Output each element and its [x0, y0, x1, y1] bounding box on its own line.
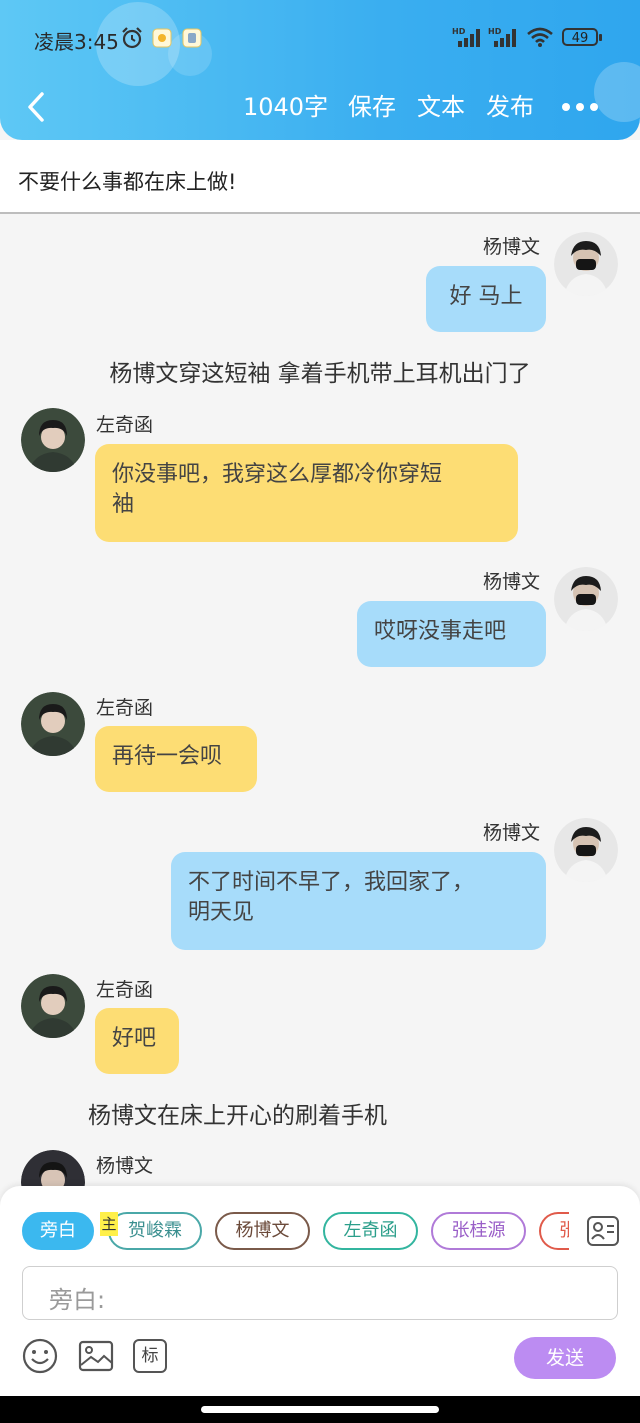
avatar[interactable]	[554, 232, 618, 296]
chat-bubble[interactable]: 好 马上	[426, 266, 546, 332]
status-time: 凌晨3:45	[34, 30, 119, 54]
notification-icon	[182, 28, 202, 48]
alarm-icon	[122, 27, 142, 49]
character-chip[interactable]: 左奇函	[323, 1212, 418, 1250]
avatar[interactable]	[21, 692, 85, 756]
chat-bubble[interactable]: 哎呀没事走吧	[357, 601, 546, 667]
chat-area[interactable]: 杨博文 好 马上 杨博文穿这短袖 拿着手机带上耳机出门了 左奇函 你没事吧，我穿…	[0, 216, 640, 1186]
word-count: 1040字	[243, 93, 329, 121]
character-chip[interactable]: 张	[539, 1212, 569, 1250]
character-chip-label: 张	[559, 1220, 569, 1241]
signal-icon: HD	[488, 27, 516, 47]
tag-button[interactable]: 标	[133, 1339, 167, 1373]
back-icon[interactable]	[22, 90, 52, 124]
story-title: 不要什么事都在床上做!	[18, 170, 237, 194]
chat-bubble[interactable]: 你没事吧，我穿这么厚都冷你穿短 袖	[95, 444, 518, 542]
signal-icon: HD	[452, 27, 480, 47]
sender-name: 杨博文	[96, 1155, 154, 1177]
tag-label: 标	[141, 1346, 159, 1366]
sender-name: 杨博文	[483, 822, 541, 844]
contact-card-icon[interactable]	[586, 1214, 620, 1248]
sender-name: 杨博文	[483, 236, 541, 258]
story-title-bar[interactable]: 不要什么事都在床上做!	[0, 140, 640, 214]
publish-button[interactable]: 发布	[486, 90, 534, 124]
message-input-placeholder: 旁白:	[49, 1286, 106, 1314]
character-chip[interactable]: 张桂源	[431, 1212, 526, 1250]
character-chip[interactable]: 贺峻霖	[108, 1212, 202, 1250]
composer-panel: 旁白 贺峻霖 主 杨博文 左奇函 张桂源 张 旁白: 标 发送	[0, 1186, 640, 1396]
send-button[interactable]: 发送	[514, 1337, 616, 1379]
character-chip-narration[interactable]: 旁白	[22, 1212, 94, 1250]
avatar[interactable]	[554, 818, 618, 882]
main-character-badge: 主	[100, 1212, 118, 1236]
avatar[interactable]	[21, 1150, 85, 1186]
more-icon[interactable]	[560, 92, 600, 122]
status-bar: 凌晨3:45 HD HD 49	[0, 0, 640, 76]
chat-bubble[interactable]: 再待一会呗	[95, 726, 257, 792]
wifi-icon	[527, 27, 553, 47]
avatar[interactable]	[554, 567, 618, 631]
sender-name: 左奇函	[96, 414, 154, 436]
narration-text[interactable]: 杨博文在床上开心的刷着手机	[88, 1096, 387, 1130]
message-input[interactable]: 旁白:	[22, 1266, 618, 1320]
notification-icon	[152, 28, 172, 48]
battery-indicator: 49	[562, 28, 602, 46]
avatar[interactable]	[21, 974, 85, 1038]
sender-name: 左奇函	[96, 697, 154, 719]
svg-text:HD: HD	[452, 27, 466, 36]
emoji-icon[interactable]	[22, 1338, 58, 1374]
sender-name: 左奇函	[96, 979, 154, 1001]
save-button[interactable]: 保存	[348, 90, 396, 124]
app-header: 凌晨3:45 HD HD 49 1040字 保存 文本 发布	[0, 0, 640, 140]
character-chip[interactable]: 杨博文	[215, 1212, 310, 1250]
chat-bubble[interactable]: 好吧	[95, 1008, 179, 1074]
avatar[interactable]	[21, 408, 85, 472]
home-indicator[interactable]	[201, 1406, 439, 1413]
chat-bubble[interactable]: 不了时间不早了，我回家了， 明天见	[171, 852, 546, 950]
narration-text[interactable]: 杨博文穿这短袖 拿着手机带上耳机出门了	[0, 354, 640, 388]
sender-name: 杨博文	[483, 571, 541, 593]
svg-text:HD: HD	[488, 27, 502, 36]
text-button[interactable]: 文本	[417, 90, 465, 124]
image-icon[interactable]	[78, 1338, 114, 1374]
